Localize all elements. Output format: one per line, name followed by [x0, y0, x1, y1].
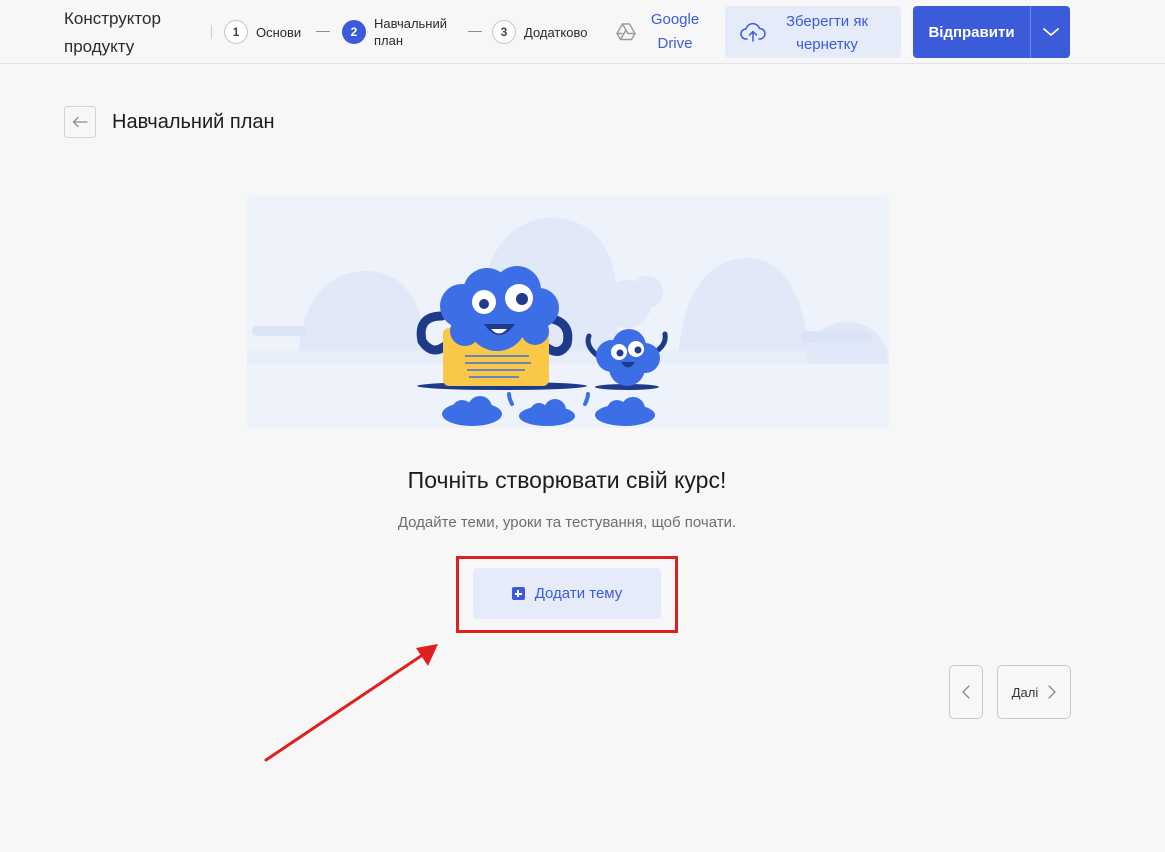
google-drive-label: Google Drive	[650, 11, 700, 52]
empty-state-subtext: Додайте теми, уроки та тестування, щоб п…	[397, 514, 737, 531]
cloud-upload-icon	[740, 22, 766, 42]
next-label: Далі	[1011, 684, 1039, 700]
arrow-left-icon	[72, 116, 88, 128]
google-drive-icon	[616, 23, 636, 41]
chevron-left-icon	[962, 685, 970, 699]
step-basics[interactable]: 1 Основи	[224, 14, 301, 50]
step-additional[interactable]: 3 Додатково	[492, 14, 587, 50]
chevron-right-icon	[1048, 685, 1056, 699]
save-draft-button[interactable]: Зберегти як чернетку	[725, 6, 901, 58]
step-label: Навчальний план	[374, 16, 448, 48]
send-dropdown-toggle[interactable]	[1031, 6, 1070, 58]
step-number: 2	[342, 20, 366, 44]
annotation-highlight-box	[456, 556, 678, 633]
step-number: 3	[492, 20, 516, 44]
app-title: Конструктор продукту	[64, 9, 161, 56]
send-button[interactable]: Відправити	[913, 6, 1030, 58]
previous-button[interactable]	[949, 665, 983, 719]
step-connector	[316, 31, 330, 32]
send-split-button: Відправити	[913, 6, 1070, 58]
step-connector	[468, 31, 482, 32]
step-curriculum[interactable]: 2 Навчальний план	[342, 14, 456, 50]
annotation-arrow	[264, 644, 438, 762]
save-draft-label: Зберегти як чернетку	[785, 13, 869, 53]
empty-state-illustration	[247, 196, 889, 428]
step-label: Додатково	[524, 24, 588, 40]
page-title: Навчальний план	[112, 111, 275, 133]
step-label: Основи	[256, 24, 302, 40]
empty-state-heading: Почніть створювати свій курс!	[407, 467, 727, 493]
step-number: 1	[224, 20, 248, 44]
back-button[interactable]	[64, 106, 96, 138]
next-button[interactable]: Далі	[997, 665, 1071, 719]
top-bar: Конструктор продукту 1 Основи 2 Навчальн…	[0, 0, 1165, 64]
chevron-down-icon	[1042, 28, 1059, 36]
title-divider	[211, 25, 212, 39]
google-drive-button[interactable]: Google Drive	[616, 8, 704, 56]
